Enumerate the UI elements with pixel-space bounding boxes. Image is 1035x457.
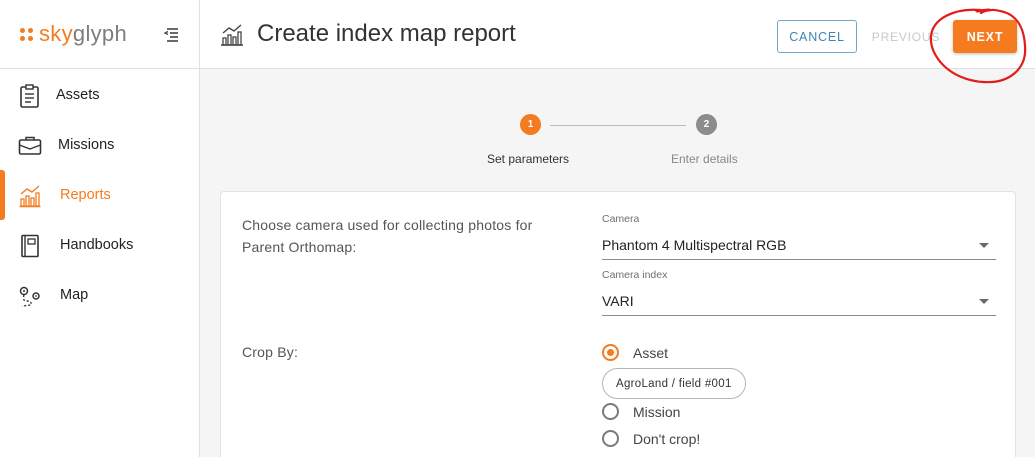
- page-header: Create index map report CANCEL PREVIOUS …: [200, 0, 1035, 69]
- radio-label: Mission: [633, 403, 681, 420]
- camera-select[interactable]: Phantom 4 Multispectral RGB: [602, 232, 996, 260]
- sidebar-item-assets[interactable]: Assets: [0, 70, 199, 120]
- radio-unchecked-icon[interactable]: [602, 430, 619, 447]
- bar-chart-icon: [19, 185, 41, 208]
- step-1-indicator[interactable]: 1: [520, 114, 541, 135]
- cancel-button[interactable]: CANCEL: [777, 20, 857, 53]
- collapse-menu-icon[interactable]: [163, 26, 181, 42]
- previous-button[interactable]: PREVIOUS: [866, 20, 946, 53]
- camera-field: Camera Phantom 4 Multispectral RGB: [602, 213, 996, 260]
- step-2-label: Enter details: [671, 152, 738, 166]
- book-icon: [21, 234, 39, 258]
- radio-checked-icon[interactable]: [602, 344, 619, 361]
- clipboard-icon: [20, 84, 39, 108]
- camera-index-select[interactable]: VARI: [602, 288, 996, 316]
- camera-field-label: Camera: [602, 213, 640, 225]
- dropdown-arrow-icon: [979, 243, 989, 248]
- radio-unchecked-icon[interactable]: [602, 403, 619, 420]
- sidebar-item-reports[interactable]: Reports: [0, 170, 199, 220]
- camera-index-field: Camera index VARI: [602, 269, 996, 316]
- camera-select-value: Phantom 4 Multispectral RGB: [602, 237, 787, 253]
- crop-by-label: Crop By:: [242, 344, 299, 360]
- briefcase-icon: [18, 136, 42, 155]
- crop-option-mission[interactable]: Mission: [602, 403, 680, 420]
- logo-text-sky: sky: [39, 21, 73, 46]
- sidebar-nav: Assets Missions Reports Handbooks Map: [0, 69, 199, 320]
- crop-option-dont-crop[interactable]: Don't crop!: [602, 430, 700, 447]
- map-route-icon: [19, 286, 40, 307]
- stepper-connector: [550, 125, 686, 126]
- camera-index-field-label: Camera index: [602, 269, 668, 281]
- radio-label: Asset: [633, 344, 669, 361]
- logo[interactable]: skyglyph: [0, 0, 199, 69]
- sidebar-item-label: Missions: [58, 137, 115, 153]
- sidebar-item-label: Assets: [56, 87, 100, 103]
- sidebar: skyglyph Assets Missions Reports Handboo…: [0, 0, 200, 457]
- sidebar-item-handbooks[interactable]: Handbooks: [0, 220, 199, 270]
- dropdown-arrow-icon: [979, 299, 989, 304]
- sidebar-item-label: Map: [60, 287, 89, 303]
- logo-text: skyglyph: [39, 21, 127, 47]
- bar-chart-icon: [221, 24, 243, 46]
- sidebar-item-map[interactable]: Map: [0, 270, 199, 320]
- step-2-indicator[interactable]: 2: [696, 114, 717, 135]
- sidebar-item-missions[interactable]: Missions: [0, 120, 199, 170]
- camera-prompt: Choose camera used for collecting photos…: [242, 217, 533, 255]
- sidebar-item-label: Handbooks: [60, 237, 134, 253]
- crop-option-asset[interactable]: Asset: [602, 344, 668, 361]
- logo-dots-icon: [20, 27, 33, 41]
- step-1-label: Set parameters: [487, 152, 570, 166]
- page-title: Create index map report: [257, 20, 516, 47]
- parameters-card: Choose camera used for collecting photos…: [220, 191, 1016, 457]
- sidebar-item-label: Reports: [60, 187, 111, 203]
- asset-chip[interactable]: AgroLand / field #001: [602, 368, 746, 399]
- next-button[interactable]: NEXT: [953, 20, 1017, 53]
- logo-text-glyph: glyph: [72, 21, 127, 46]
- radio-label: Don't crop!: [633, 430, 701, 447]
- camera-index-select-value: VARI: [602, 293, 634, 309]
